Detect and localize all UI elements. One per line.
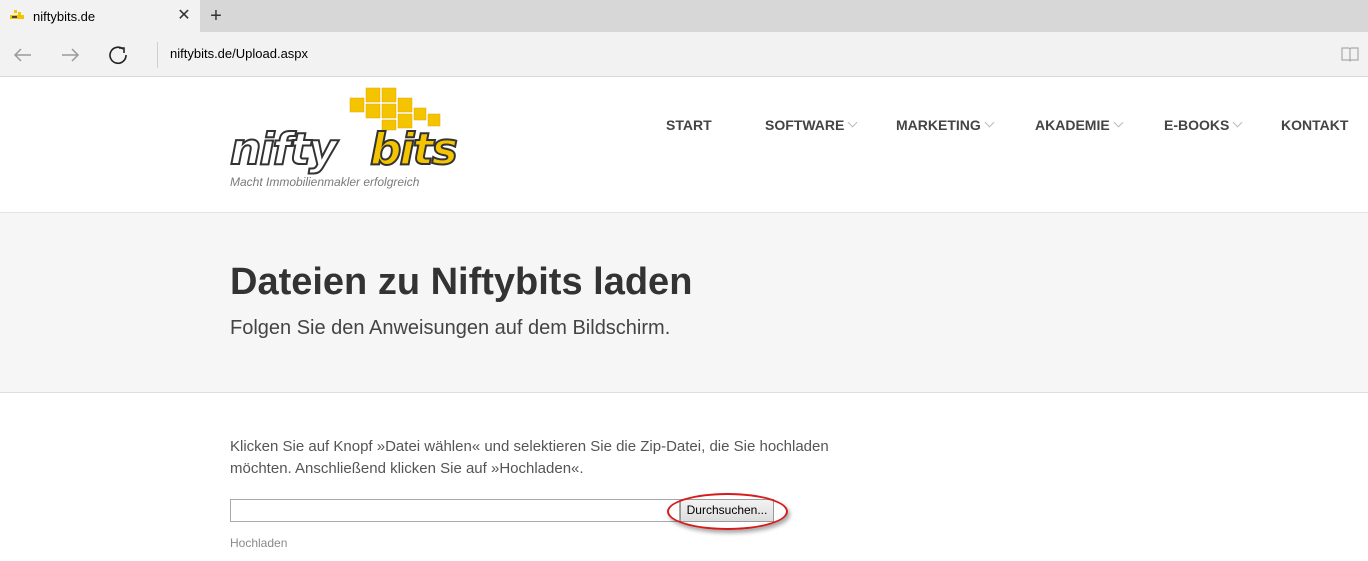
menu-item-start[interactable]: START xyxy=(666,117,712,133)
new-tab-icon[interactable]: + xyxy=(206,5,226,27)
tab-strip: niftybits.de ✕ + xyxy=(0,0,1368,32)
svg-text:nifty: nifty xyxy=(230,124,340,175)
close-tab-icon[interactable]: ✕ xyxy=(176,6,192,26)
back-icon[interactable] xyxy=(10,42,36,68)
browser-toolbar: niftybits.de/Upload.aspx xyxy=(0,32,1368,77)
site-header: nifty bits Macht Immobilienmakler erfolg… xyxy=(0,78,1368,213)
menu-item-software[interactable]: SOFTWARE xyxy=(765,117,858,133)
chevron-down-icon xyxy=(984,117,995,128)
svg-text:bits: bits xyxy=(370,124,457,175)
reading-view-icon[interactable] xyxy=(1340,44,1360,64)
address-bar[interactable]: niftybits.de/Upload.aspx xyxy=(170,46,308,61)
upload-button[interactable]: Hochladen xyxy=(230,536,287,550)
refresh-icon[interactable] xyxy=(105,42,131,68)
chevron-down-icon xyxy=(1232,117,1243,128)
menu-item-e-books[interactable]: E-BOOKS xyxy=(1164,117,1243,133)
menu-item-kontakt[interactable]: KONTAKT xyxy=(1281,117,1348,133)
menu-item-marketing[interactable]: MARKETING xyxy=(896,117,995,133)
chevron-down-icon xyxy=(1113,117,1124,128)
tagline: Macht Immobilienmakler erfolgreich xyxy=(230,175,420,189)
forward-icon[interactable] xyxy=(57,42,83,68)
page-subtitle: Folgen Sie den Anweisungen auf dem Bilds… xyxy=(230,317,671,339)
address-separator xyxy=(157,42,158,68)
menu-item-akademie[interactable]: AKADEMIE xyxy=(1035,117,1124,133)
chevron-down-icon xyxy=(847,117,858,128)
hero-banner: Dateien zu Niftybits laden Folgen Sie de… xyxy=(0,213,1368,393)
tab-title: niftybits.de xyxy=(33,9,96,24)
page-title: Dateien zu Niftybits laden xyxy=(230,261,693,303)
upload-instructions: Klicken Sie auf Knopf »Datei wählen« und… xyxy=(230,438,829,477)
browse-button[interactable]: Durchsuchen... xyxy=(680,499,774,522)
browser-tab[interactable]: niftybits.de ✕ xyxy=(0,0,200,32)
file-path-field[interactable] xyxy=(230,499,680,522)
niftybits-logo[interactable]: nifty bits xyxy=(228,86,496,176)
favicon-icon xyxy=(10,10,24,19)
